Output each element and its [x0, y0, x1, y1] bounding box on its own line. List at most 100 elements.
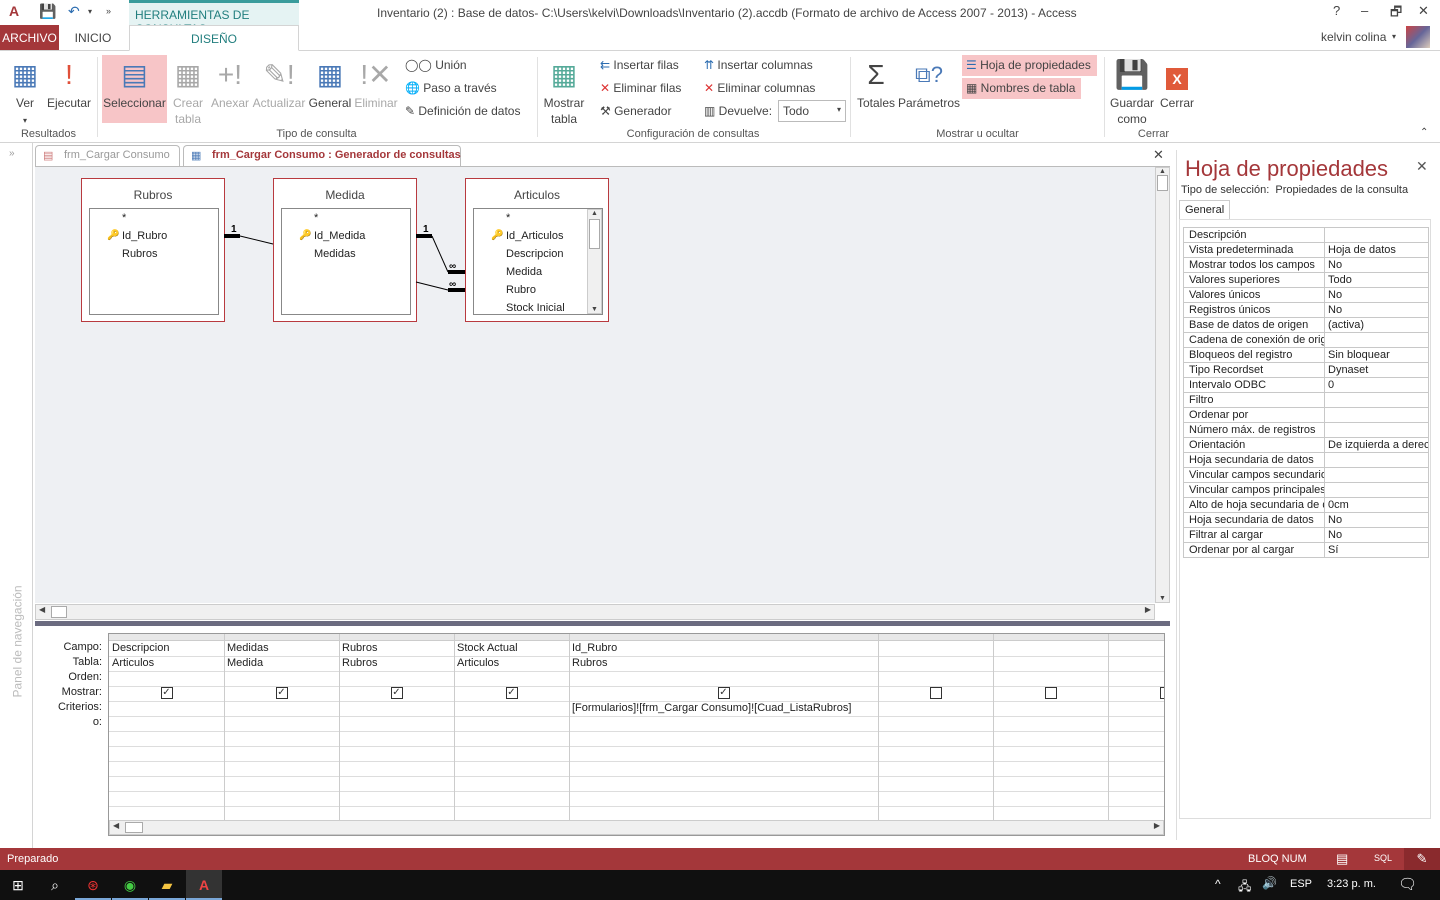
mostrar-tabla-button[interactable]: ▦ Mostrar tabla [540, 55, 588, 127]
crear-tabla-button[interactable]: ▦ Crear tabla [170, 55, 206, 127]
language-indicator[interactable]: ESP [1290, 878, 1312, 890]
property-value[interactable] [1325, 468, 1428, 482]
nombres-tabla-button[interactable]: ▦ Nombres de tabla [962, 78, 1082, 99]
show-checkbox[interactable]: ✓ [717, 687, 730, 699]
property-value[interactable]: No [1325, 513, 1428, 527]
grid-cell-tabla[interactable]: Medida [224, 657, 339, 669]
property-row[interactable]: Ordenar por al cargar Sí [1184, 543, 1428, 558]
property-value[interactable]: 0cm [1325, 498, 1428, 512]
actualizar-button[interactable]: ✎! Actualizar [252, 55, 306, 111]
property-value[interactable] [1325, 483, 1428, 497]
doc-tab-query-builder[interactable]: ▦ frm_Cargar Consumo : Generador de consu… [183, 145, 461, 166]
property-row[interactable]: Filtrar al cargar No [1184, 528, 1428, 543]
design-vertical-scrollbar[interactable]: ▲ ▼ [1155, 167, 1170, 603]
property-value[interactable]: Sí [1325, 543, 1428, 557]
datasheet-view-icon[interactable]: ▤ [1336, 851, 1348, 867]
property-value[interactable]: No [1325, 258, 1428, 272]
grid-cell-criterios[interactable]: [Formularios]![frm_Cargar Consumo]![Cuad… [569, 702, 878, 714]
start-windows-icon[interactable]: ⊞ [0, 870, 36, 900]
show-checkbox[interactable]: ✓ [390, 687, 403, 699]
property-value[interactable]: (activa) [1325, 318, 1428, 332]
property-value[interactable]: No [1325, 303, 1428, 317]
devuelve-select[interactable]: Todo ▾ [778, 100, 846, 122]
help-button[interactable]: ? [1333, 3, 1340, 18]
query-design-grid[interactable]: Descripcion Articulos ✓ Medidas Medida ✓ Rubro… [108, 633, 1165, 836]
grid-cell-campo[interactable]: Id_Rubro [569, 642, 878, 654]
property-value[interactable] [1325, 393, 1428, 407]
eliminar-columnas-button[interactable]: ✕ Eliminar columnas [700, 78, 819, 98]
grid-cell-campo[interactable]: Descripcion [109, 642, 224, 654]
close-property-sheet-icon[interactable]: ✕ [1416, 158, 1428, 175]
query-design-area[interactable]: Rubros * 🔑 Id_Rubro Rubros Medida * 🔑 Id_M… [35, 167, 1155, 603]
property-row[interactable]: Intervalo ODBC 0 [1184, 378, 1428, 393]
grid-cell-tabla[interactable]: Rubros [339, 657, 454, 669]
restore-button[interactable]: 🗗 [1390, 3, 1402, 25]
clock[interactable]: 3:23 p. m. [1327, 878, 1376, 890]
guardar-como-button[interactable]: 💾 Guardar como [1108, 55, 1156, 127]
eliminar-filas-button[interactable]: ✕ Eliminar filas [596, 78, 685, 98]
property-row[interactable]: Bloqueos del registro Sin bloquear [1184, 348, 1428, 363]
undo-dropdown-icon[interactable]: ▾ [88, 7, 92, 16]
paso-a-traves-button[interactable]: 🌐 Paso a través [401, 78, 501, 98]
ejecutar-button[interactable]: ! Ejecutar [46, 55, 92, 111]
design-view-icon[interactable]: ✎ [1404, 848, 1440, 870]
grid-cell-campo[interactable]: Rubros [339, 642, 454, 654]
close-document-icon[interactable]: ✕ [1153, 147, 1164, 163]
parametros-button[interactable]: ⧉? Parámetros [898, 55, 960, 111]
hoja-propiedades-button[interactable]: ☰ Hoja de propiedades [962, 55, 1097, 76]
property-value[interactable]: Hoja de datos [1325, 243, 1428, 257]
property-value[interactable] [1325, 408, 1428, 422]
generador-button[interactable]: ⚒ Generador [596, 101, 675, 121]
network-icon[interactable]: 🖧 [1238, 877, 1251, 898]
customize-qat-icon[interactable]: » [106, 6, 111, 16]
app-red-icon[interactable]: ⊛ [75, 870, 111, 900]
show-checkbox[interactable]: ✓ [160, 687, 173, 699]
show-checkbox[interactable]: ✓ [505, 687, 518, 699]
definicion-datos-button[interactable]: ✎ Definición de datos [401, 101, 524, 121]
show-checkbox[interactable]: ✓ [275, 687, 288, 699]
property-row[interactable]: Vincular campos secundarios [1184, 468, 1428, 483]
tab-inicio[interactable]: INICIO [62, 25, 124, 50]
union-button[interactable]: ◯◯ Unión [401, 55, 471, 75]
property-value[interactable]: Todo [1325, 273, 1428, 287]
minimize-button[interactable]: – [1361, 3, 1368, 18]
collapse-ribbon-icon[interactable]: ⌃ [1420, 127, 1428, 138]
search-icon[interactable]: ⌕ [37, 870, 73, 900]
property-row[interactable]: Mostrar todos los campos No [1184, 258, 1428, 273]
property-row[interactable]: Número máx. de registros [1184, 423, 1428, 438]
property-row[interactable]: Vincular campos principales [1184, 483, 1428, 498]
grid-cell-tabla[interactable]: Rubros [569, 657, 878, 669]
property-row[interactable]: Ordenar por [1184, 408, 1428, 423]
design-horizontal-scrollbar[interactable]: ◀ ▶ [35, 604, 1155, 620]
property-value[interactable]: No [1325, 528, 1428, 542]
user-name[interactable]: kelvin colina [1321, 30, 1386, 44]
notifications-icon[interactable]: 🗨 [1398, 875, 1417, 893]
doc-tab-form[interactable]: ▤ frm_Cargar Consumo [35, 145, 180, 166]
chrome-icon[interactable]: ◉ [112, 870, 148, 900]
property-row[interactable]: Cadena de conexión de origen [1184, 333, 1428, 348]
navigation-pane[interactable]: » Panel de navegación [0, 143, 33, 848]
property-value[interactable] [1325, 423, 1428, 437]
property-value[interactable]: No [1325, 288, 1428, 302]
avatar[interactable] [1406, 26, 1430, 48]
property-row[interactable]: Descripción [1184, 228, 1428, 243]
ver-button[interactable]: ▦ Ver ▾ [8, 55, 42, 129]
grid-cell-campo[interactable]: Medidas [224, 642, 339, 654]
insertar-columnas-button[interactable]: ⇈ Insertar columnas [700, 55, 817, 75]
property-row[interactable]: Hoja secundaria de datos [1184, 453, 1428, 468]
property-row[interactable]: Base de datos de origen (activa) [1184, 318, 1428, 333]
totales-button[interactable]: Σ Totales [855, 55, 897, 111]
property-row[interactable]: Filtro [1184, 393, 1428, 408]
expand-nav-icon[interactable]: » [9, 148, 15, 159]
file-explorer-icon[interactable]: ▰ [149, 870, 185, 900]
grid-cell-campo[interactable]: Stock Actual [454, 642, 569, 654]
property-value[interactable] [1325, 333, 1428, 347]
access-taskbar-icon[interactable]: A [186, 870, 222, 900]
tab-archivo[interactable]: ARCHIVO [0, 25, 59, 50]
volume-icon[interactable]: 🔊 [1262, 876, 1277, 890]
property-row[interactable]: Alto de hoja secundaria de datos0cm [1184, 498, 1428, 513]
property-row[interactable]: Registros únicos No [1184, 303, 1428, 318]
show-checkbox[interactable] [1159, 687, 1164, 699]
user-dropdown-icon[interactable]: ▾ [1392, 32, 1396, 41]
property-row[interactable]: Vista predeterminada Hoja de datos [1184, 243, 1428, 258]
